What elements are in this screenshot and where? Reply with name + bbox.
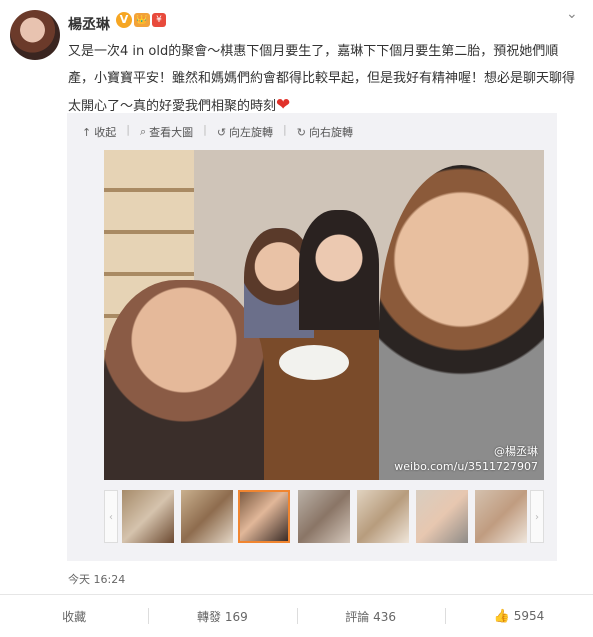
watermark-user: @楊丞琳 bbox=[494, 445, 538, 458]
username[interactable]: 楊丞琳 bbox=[68, 14, 110, 34]
thumbnail-active[interactable] bbox=[238, 490, 290, 543]
red-badge-icon: ¥ bbox=[152, 13, 166, 27]
crown-badge-icon: 👑 bbox=[134, 13, 150, 27]
rotate-right-label: 向右旋轉 bbox=[308, 126, 353, 139]
comment-button[interactable]: 評論 436 bbox=[296, 595, 445, 637]
view-large-label: 查看大圖 bbox=[149, 126, 194, 139]
thumbnail[interactable] bbox=[181, 490, 233, 543]
comment-label: 評論 436 bbox=[345, 609, 396, 624]
rotate-left-button[interactable]: ↺ 向左旋轉 bbox=[217, 123, 273, 141]
thumbnail[interactable] bbox=[416, 490, 468, 543]
repost-button[interactable]: 轉發 169 bbox=[148, 595, 296, 637]
photo-watermark: @楊丞琳 weibo.com/u/3511727907 bbox=[394, 444, 538, 474]
arrow-up-icon: ↑ bbox=[82, 125, 92, 139]
collapse-button[interactable]: ↑ 收起 bbox=[82, 123, 116, 141]
thumb-prev-button[interactable]: ‹ bbox=[104, 490, 118, 543]
rotate-left-label: 向左旋轉 bbox=[229, 126, 274, 139]
photo-plate bbox=[279, 345, 349, 380]
toolbar-separator: | bbox=[283, 123, 287, 136]
favorite-button[interactable]: 收藏 bbox=[0, 595, 148, 637]
post-body: 又是一次4 in old的聚會〜棋惠下個月要生了，嘉琳下下個月要生第二胎，預祝她… bbox=[68, 44, 576, 114]
magnifier-icon: ⌕ bbox=[139, 125, 147, 138]
thumbs-up-icon: 👍 bbox=[493, 608, 510, 624]
thumbnail[interactable] bbox=[357, 490, 409, 543]
thumbnail[interactable] bbox=[475, 490, 527, 543]
thumbnail-strip: ‹ › bbox=[104, 490, 544, 545]
media-toolbar: ↑ 收起 | ⌕ 查看大圖 | ↺ 向左旋轉 | ↻ 向右旋轉 bbox=[82, 123, 353, 141]
verified-badge-icon: V bbox=[116, 12, 132, 28]
heart-emoji-icon: ❤ bbox=[276, 95, 291, 115]
watermark-url: weibo.com/u/3511727907 bbox=[394, 460, 538, 473]
photo-person-hat bbox=[299, 210, 379, 330]
main-photo[interactable]: @楊丞琳 weibo.com/u/3511727907 bbox=[104, 150, 544, 480]
action-footer: 收藏 轉發 169 評論 436 👍 5954 bbox=[0, 594, 593, 637]
rotate-left-icon: ↺ bbox=[216, 125, 227, 139]
like-count: 5954 bbox=[513, 609, 545, 623]
chevron-down-icon[interactable]: ⌄ bbox=[566, 6, 578, 22]
view-large-button[interactable]: ⌕ 查看大圖 bbox=[140, 123, 193, 141]
avatar[interactable] bbox=[10, 10, 60, 60]
media-box: ↑ 收起 | ⌕ 查看大圖 | ↺ 向左旋轉 | ↻ 向右旋轉 @楊丞琳 wei… bbox=[67, 113, 557, 561]
favorite-label: 收藏 bbox=[62, 609, 87, 624]
like-button[interactable]: 👍 5954 bbox=[444, 595, 593, 637]
rotate-right-icon: ↻ bbox=[296, 125, 306, 139]
thumb-next-button[interactable]: › bbox=[530, 490, 544, 543]
thumbnail[interactable] bbox=[122, 490, 174, 543]
photo-person-left bbox=[104, 280, 264, 480]
collapse-label: 收起 bbox=[94, 126, 117, 139]
toolbar-separator: | bbox=[203, 123, 207, 136]
photo-person-right bbox=[379, 165, 544, 480]
post-timestamp[interactable]: 今天 16:24 bbox=[68, 571, 125, 587]
repost-label: 轉發 169 bbox=[197, 609, 248, 624]
thumbnail[interactable] bbox=[298, 490, 350, 543]
rotate-right-button[interactable]: ↻ 向右旋轉 bbox=[297, 123, 353, 141]
post-text: 又是一次4 in old的聚會〜棋惠下個月要生了，嘉琳下下個月要生第二胎，預祝她… bbox=[68, 38, 578, 120]
toolbar-separator: | bbox=[126, 123, 130, 136]
